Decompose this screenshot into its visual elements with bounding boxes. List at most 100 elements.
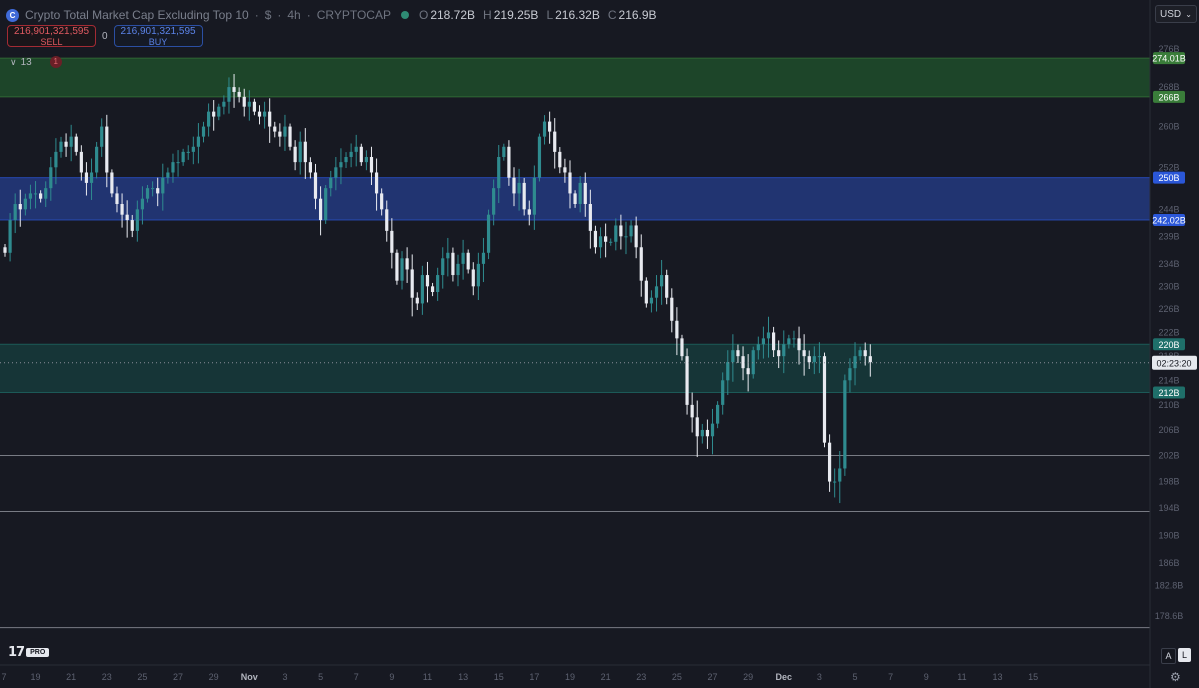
candle-body — [349, 151, 353, 157]
candle-body — [23, 198, 27, 210]
trade-panel: 216,901,321,595 SELL 0 216,901,321,595 B… — [7, 25, 203, 47]
price-tick-label: 244B — [1158, 204, 1179, 214]
candle-body — [741, 356, 745, 369]
zone-price-label: 266B — [1158, 92, 1179, 102]
candle-body — [8, 220, 12, 253]
candle-body — [39, 193, 43, 199]
candle-body — [833, 481, 837, 483]
time-tick-label: 11 — [423, 672, 432, 682]
candle-body — [390, 230, 394, 253]
candle-body — [84, 172, 89, 183]
market-status-icon[interactable] — [400, 11, 409, 19]
candle-body — [863, 350, 867, 357]
candle-body — [232, 87, 236, 92]
candle-body — [598, 236, 603, 248]
candle-body — [853, 356, 857, 369]
candle-body — [497, 156, 501, 189]
candle-body — [446, 252, 450, 259]
time-tick-label: 19 — [31, 672, 41, 682]
alert-badge[interactable]: 1 — [49, 56, 62, 68]
candle-body — [380, 193, 384, 210]
ohlc-close-key: C — [607, 8, 617, 22]
time-tick-label: 27 — [708, 672, 718, 682]
candle-body — [79, 151, 83, 173]
candle-body — [553, 131, 557, 152]
candle-body — [492, 188, 496, 215]
candle-body — [522, 182, 526, 210]
candle-body — [593, 230, 598, 248]
time-tick-label: 7 — [354, 672, 359, 682]
time-tick-label: 29 — [743, 672, 753, 682]
candle-body — [212, 111, 216, 117]
candle-body — [644, 280, 648, 304]
candle-body — [268, 111, 272, 127]
ohlc-open-key: O — [418, 8, 429, 22]
candle-body — [654, 286, 659, 298]
candle-body — [700, 429, 704, 437]
time-tick-label: 21 — [66, 672, 76, 682]
candle-body — [802, 350, 806, 357]
candle-body — [369, 156, 374, 173]
candle-body — [354, 146, 358, 152]
currency-selector[interactable]: USD ⌄ — [1155, 5, 1197, 23]
candle-body — [746, 368, 750, 375]
candle-body — [542, 121, 547, 137]
time-tick-label: 13 — [458, 672, 468, 682]
candle-body — [843, 380, 847, 469]
candle-body — [140, 198, 145, 210]
log-scale-button[interactable]: L — [1178, 648, 1191, 662]
zone-green — [0, 58, 1150, 97]
candle-body — [303, 141, 307, 163]
chart-canvas[interactable]: 276B268B260B252B244B239B234B230B226B222B… — [0, 0, 1199, 688]
price-tick-label: 210B — [1158, 400, 1179, 410]
candle-body — [171, 162, 175, 173]
ohlc-open-value: 218.72B — [430, 8, 476, 22]
source-label: CRYPTOCAP — [316, 8, 391, 22]
symbol-title[interactable]: Crypto Total Market Cap Excluding Top 10 — [25, 8, 249, 22]
buy-button[interactable]: 216,901,321,595 BUY — [113, 25, 203, 47]
countdown-label: 02:23:20 — [1156, 358, 1191, 368]
candle-body — [721, 380, 725, 405]
candle-body — [736, 350, 740, 357]
symbol-logo-icon: C — [6, 8, 19, 22]
time-tick-label: 3 — [817, 672, 822, 682]
time-tick-label: 7 — [1, 672, 6, 682]
tradingview-logo[interactable]: 17 PRO — [8, 645, 50, 660]
time-tick-label: 19 — [565, 672, 575, 682]
candle-body — [105, 126, 109, 173]
candle-body — [481, 252, 486, 264]
candle-body — [293, 146, 297, 163]
candle-body — [568, 172, 572, 194]
candle-body — [33, 193, 38, 195]
candle-body — [441, 258, 445, 276]
zone-price-label: 212B — [1158, 388, 1179, 398]
candle-body — [629, 225, 633, 237]
candle-body — [217, 106, 221, 117]
time-tick-label: 11 — [957, 672, 966, 682]
candle-body — [573, 193, 577, 205]
candle-body — [868, 356, 872, 363]
candle-body — [156, 188, 160, 194]
candle-body — [558, 151, 562, 168]
candle-body — [385, 209, 389, 231]
candle-body — [242, 96, 246, 107]
candle-body — [115, 193, 119, 205]
interval-label[interactable]: 4h — [287, 8, 300, 22]
sell-button[interactable]: 216,901,321,595 SELL — [7, 25, 96, 47]
candle-body — [639, 247, 643, 281]
indicators-toggle[interactable]: ∨ 13 1 — [10, 56, 62, 68]
settings-gear-icon[interactable]: ⚙ — [1170, 670, 1181, 684]
price-tick-label: 198B — [1158, 477, 1179, 487]
candle-body — [517, 182, 521, 194]
candle-body — [364, 156, 368, 163]
candle-body — [822, 356, 827, 443]
candle-body — [49, 167, 53, 189]
candle-body — [252, 101, 257, 112]
candle-body — [532, 177, 536, 215]
price-tick-label: 252B — [1158, 162, 1179, 172]
auto-scale-button[interactable]: A — [1161, 648, 1176, 664]
zone-price-label: 220B — [1158, 340, 1179, 350]
candle-body — [151, 188, 155, 190]
candle-body — [100, 126, 104, 147]
candle-body — [624, 236, 628, 238]
